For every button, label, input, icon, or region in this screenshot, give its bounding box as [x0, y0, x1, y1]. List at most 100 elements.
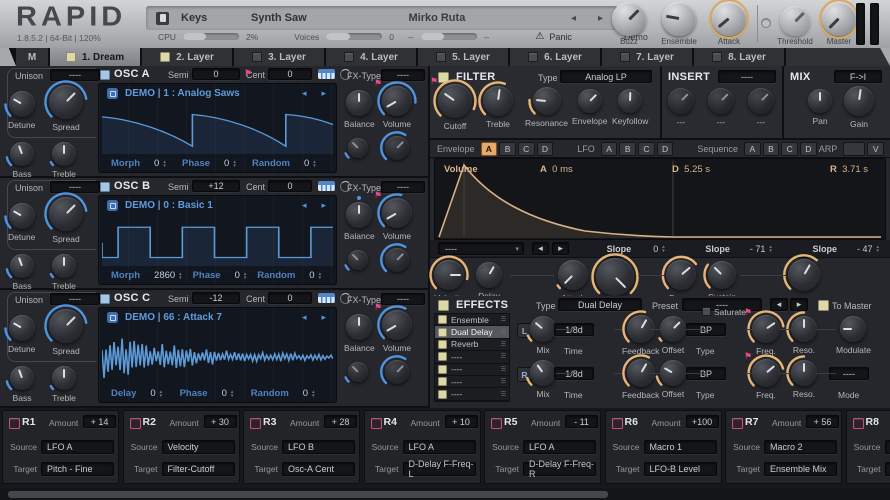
effect-slot-menu-icon[interactable]: ☰: [501, 329, 506, 336]
to-master-checkbox[interactable]: [818, 300, 829, 311]
tab-enable-checkbox[interactable]: [252, 52, 263, 62]
target-value[interactable]: D-Delay F-Freq-R: [523, 459, 596, 479]
keyfollow-knob[interactable]: [618, 89, 643, 113]
insert-knob-1[interactable]: [668, 88, 694, 114]
bass-knob[interactable]: [5, 254, 34, 279]
threshold-knob[interactable]: [780, 6, 810, 36]
param-value[interactable]: 0: [304, 158, 309, 169]
fx-type-dropdown[interactable]: ----: [381, 69, 425, 81]
wave-prev-icon[interactable]: ◂: [298, 312, 311, 323]
tab-enable-checkbox[interactable]: [344, 52, 355, 62]
volume-knob[interactable]: ⚑: [374, 78, 417, 116]
lfo-tab-a[interactable]: A: [600, 141, 618, 156]
lfo-tab-c[interactable]: C: [638, 141, 655, 156]
effect-slot-menu-icon[interactable]: ☰: [501, 378, 506, 385]
param-value[interactable]: 2860: [154, 270, 175, 281]
tab-layer-2[interactable]: 2. Layer: [142, 48, 234, 66]
effect-slot-2[interactable]: Dual Delay ☰: [435, 326, 509, 339]
attack-knob[interactable]: [556, 260, 588, 290]
sequence-tab-a[interactable]: A: [743, 141, 761, 156]
tab-layer-3[interactable]: 3. Layer: [234, 48, 326, 66]
unison-dropdown[interactable]: ----: [50, 69, 100, 81]
effect-slot-6[interactable]: ---- ☰: [435, 376, 509, 389]
effect-slot-menu-icon[interactable]: ☰: [501, 341, 506, 348]
gain-knob[interactable]: [844, 86, 874, 116]
arp-slot[interactable]: [843, 141, 866, 156]
tab-enable-checkbox[interactable]: [436, 52, 447, 62]
matrix-enable-checkbox[interactable]: [852, 418, 864, 429]
tab-layer-8[interactable]: 8. Layer: [694, 48, 786, 66]
fx-mini-knob-2[interactable]: [380, 355, 409, 385]
detune-knob[interactable]: [4, 91, 35, 117]
matrix-scrollbar[interactable]: [0, 488, 890, 500]
envelope-prev-button[interactable]: ◂: [532, 242, 549, 255]
tab-enable-checkbox[interactable]: [620, 52, 631, 62]
matrix-enable-checkbox[interactable]: [129, 418, 141, 429]
sequence-tab-c[interactable]: C: [781, 141, 798, 156]
amount-value[interactable]: +100: [685, 415, 719, 428]
wave-prev-icon[interactable]: ◂: [298, 200, 311, 211]
slope1-value[interactable]: 0: [653, 244, 658, 254]
treble-knob[interactable]: [49, 254, 76, 279]
freq-knob[interactable]: ⚑: [744, 307, 785, 343]
effect-slot-3[interactable]: Reverb ☰: [435, 339, 509, 352]
master-knob[interactable]: [819, 0, 859, 39]
target-value[interactable]: Filter-Cutoff: [161, 462, 235, 476]
wave-next-icon[interactable]: ▸: [317, 312, 330, 323]
panic-button[interactable]: ⚠ Panic: [535, 31, 571, 42]
target-value[interactable]: D-Delay F-Freq-L: [402, 459, 476, 479]
wave-prev-icon[interactable]: ◂: [298, 88, 311, 99]
buzz-knob[interactable]: [612, 2, 646, 36]
mix-knob[interactable]: [526, 316, 556, 342]
envelope-next-button[interactable]: ▸: [552, 242, 569, 255]
osc-enable-checkbox[interactable]: [100, 182, 110, 192]
sequence-tab-d[interactable]: D: [799, 141, 817, 156]
tab-layer-7[interactable]: 7. Layer: [602, 48, 694, 66]
balance-knob[interactable]: [346, 196, 373, 228]
envelope-tab-a[interactable]: A: [480, 141, 498, 156]
ensemble-knob[interactable]: [662, 2, 696, 36]
offset-knob[interactable]: [655, 360, 686, 386]
fx-mini-knob-1[interactable]: [344, 250, 368, 271]
osc-enable-checkbox[interactable]: [100, 294, 110, 304]
tab-master[interactable]: M: [16, 48, 50, 66]
param-value[interactable]: 0: [224, 158, 229, 169]
effect-slot-checkbox[interactable]: [438, 327, 447, 337]
filter-type-dropdown[interactable]: Analog LP: [560, 70, 652, 83]
matrix-enable-checkbox[interactable]: [732, 418, 743, 429]
unison-dropdown[interactable]: ----: [50, 293, 100, 305]
envelope-tab-d[interactable]: D: [536, 141, 554, 156]
preset-prev-icon[interactable]: ◂: [566, 13, 581, 24]
param-value[interactable]: 0: [309, 270, 314, 281]
envelope-tab-c[interactable]: C: [517, 141, 535, 156]
release-knob[interactable]: [783, 254, 820, 291]
treble-knob[interactable]: [478, 81, 513, 116]
envelope-tab-b[interactable]: B: [499, 141, 516, 156]
semi-value[interactable]: 0: [192, 68, 240, 80]
matrix-enable-checkbox[interactable]: [370, 418, 382, 429]
amount-value[interactable]: - 11: [565, 415, 598, 428]
target-value[interactable]: Pitch - Fine: [41, 462, 114, 476]
arp-view-button[interactable]: V: [867, 141, 884, 156]
freq-knob[interactable]: ⚑: [744, 351, 785, 387]
pan-knob[interactable]: [808, 89, 832, 113]
tab-layer-4[interactable]: 4. Layer: [326, 48, 418, 66]
param-value[interactable]: 0: [235, 270, 240, 281]
offset-knob[interactable]: [658, 316, 686, 342]
source-value[interactable]: Macro 2: [764, 440, 837, 454]
keytrack-icon[interactable]: [318, 69, 335, 79]
fx-type-dropdown[interactable]: ----: [381, 181, 425, 193]
wave-display[interactable]: DEMO | 0 : Basic 1 ◂ ▸ Morph 2860 ▲ ▼ Phas…: [98, 195, 337, 285]
semi-value[interactable]: +12: [192, 180, 240, 192]
spread-knob[interactable]: [44, 192, 88, 231]
tab-layer-1[interactable]: 1. Dream: [50, 48, 142, 66]
unison-dropdown[interactable]: ----: [50, 181, 100, 193]
source-value[interactable]: Macro 1: [643, 440, 717, 454]
fx-type-dropdown[interactable]: ----: [381, 293, 425, 305]
source-value[interactable]: LFO A: [402, 440, 476, 454]
insert-preset-dropdown[interactable]: ----: [718, 70, 776, 83]
fx-mini-knob-1[interactable]: [344, 362, 368, 383]
effect-slot-checkbox[interactable]: [438, 339, 447, 349]
decay-knob[interactable]: [661, 255, 698, 290]
effect-type-dropdown[interactable]: Dual Delay: [558, 298, 642, 311]
